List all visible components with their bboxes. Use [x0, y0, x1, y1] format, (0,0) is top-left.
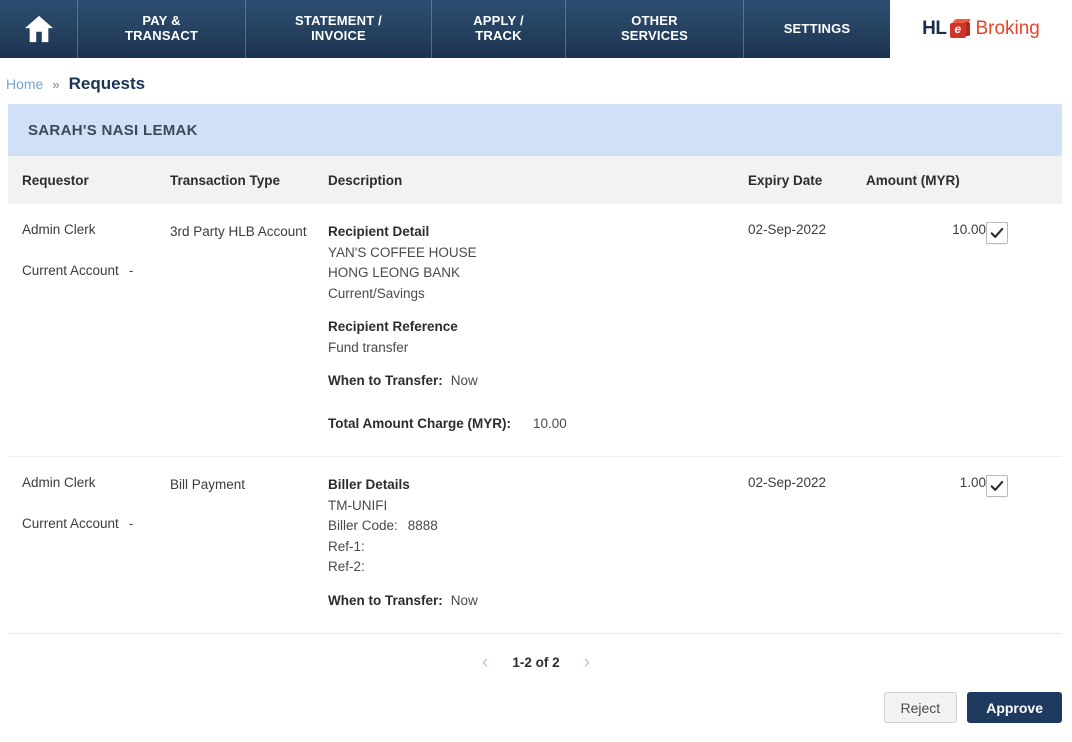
- action-buttons: Reject Approve: [0, 686, 1072, 724]
- hl-ebroking-logo: HL e Broking: [922, 18, 1040, 40]
- transaction-type-value: 3rd Party HLB Account: [170, 224, 307, 239]
- account-number-value: -: [128, 516, 134, 532]
- row-select-checkbox[interactable]: [986, 475, 1008, 498]
- recipient-name: YAN'S COFFEE HOUSE: [328, 244, 477, 260]
- cell-select: [986, 456, 1062, 634]
- check-icon: [990, 226, 1004, 240]
- breadcrumb-link-home[interactable]: Home: [6, 76, 43, 92]
- requestor-account: Current Account -: [22, 516, 170, 531]
- cell-transaction-type: 3rd Party HLB Account: [170, 204, 328, 457]
- cell-expiry-date: 02-Sep-2022: [748, 222, 827, 237]
- cell-expiry-date: 02-Sep-2022: [748, 456, 866, 634]
- biller-code-value: 8888: [407, 518, 438, 534]
- cell-requestor: Admin Clerk Current Account -: [8, 456, 170, 634]
- pagination-label: 1-2 of 2: [512, 654, 560, 670]
- recipient-reference-value: Fund transfer: [328, 339, 409, 355]
- home-icon: [24, 0, 54, 58]
- description-block: Recipient Detail YAN'S COFFEE HOUSE HONG…: [328, 222, 748, 434]
- cell-description: Recipient Detail YAN'S COFFEE HOUSE HONG…: [328, 204, 748, 457]
- nav-item-other-services[interactable]: OTHER SERVICES: [566, 0, 744, 58]
- ref1-label: Ref-1:: [328, 538, 365, 554]
- column-header-transaction-type: Transaction Type: [170, 156, 328, 204]
- biller-details-heading: Biller Details: [328, 477, 410, 493]
- breadcrumb: Home » Requests: [0, 58, 1072, 100]
- requests-panel: SARAH'S NASI LEMAK Requestor Transaction…: [8, 104, 1062, 634]
- recipient-reference-heading: Recipient Reference: [328, 319, 458, 335]
- cell-transaction-type: Bill Payment: [170, 456, 328, 634]
- requests-table: Requestor Transaction Type Description E…: [8, 156, 1062, 634]
- logo-cube-letter: e: [954, 22, 962, 36]
- total-amount-charge-label: Total Amount Charge (MYR):: [328, 415, 511, 431]
- company-name-header: SARAH'S NASI LEMAK: [8, 104, 1062, 156]
- account-number-value: -: [128, 263, 134, 278]
- when-to-transfer-field: When to Transfer: Now: [328, 591, 748, 612]
- table-row: Admin Clerk Current Account - 3rd Party H…: [8, 204, 1062, 457]
- column-header-requestor: Requestor: [8, 156, 170, 204]
- column-header-description: Description: [328, 156, 748, 204]
- logo-text-hl: HL: [922, 18, 947, 39]
- logo-text-broking: Broking: [975, 18, 1040, 39]
- cell-description: Biller Details TM-UNIFI Biller Code: 8888…: [328, 456, 748, 634]
- biller-name: TM-UNIFI: [328, 497, 388, 513]
- recipient-detail-heading: Recipient Detail: [328, 224, 430, 239]
- account-type-label: Current Account: [22, 516, 119, 532]
- chevron-right-icon[interactable]: ›: [584, 653, 590, 672]
- transaction-type-value: Bill Payment: [170, 477, 246, 493]
- column-header-expiry-date: Expiry Date: [748, 156, 866, 204]
- when-to-transfer-value: Now: [450, 373, 478, 389]
- check-icon: [990, 479, 1004, 493]
- column-header-amount: Amount (MYR): [866, 156, 986, 204]
- cell-requestor: Admin Clerk Current Account -: [8, 204, 170, 457]
- description-block: Biller Details TM-UNIFI Biller Code: 8888…: [328, 475, 748, 611]
- nav-home-button[interactable]: [0, 0, 78, 58]
- column-header-select: [986, 156, 1062, 204]
- row-select-checkbox[interactable]: [986, 222, 1008, 244]
- nav-item-pay-transact[interactable]: PAY & TRANSACT: [78, 0, 246, 58]
- cell-amount: 1.00: [866, 456, 986, 634]
- total-amount-charge-field: Total Amount Charge (MYR): 10.00: [328, 414, 748, 435]
- brand-logo-area: HL e Broking: [890, 0, 1072, 58]
- when-to-transfer-label: When to Transfer:: [328, 592, 443, 608]
- footer-divider: [8, 633, 1062, 635]
- chevron-left-icon[interactable]: ‹: [482, 653, 488, 672]
- requestor-name: Admin Clerk: [22, 475, 96, 491]
- ref2-label: Ref-2:: [328, 559, 365, 575]
- recipient-bank: HONG LEONG BANK: [328, 265, 461, 281]
- nav-items-strip: PAY & TRANSACT STATEMENT / INVOICE APPLY…: [0, 0, 890, 58]
- cell-amount: 10.00: [952, 222, 986, 237]
- when-to-transfer-label: When to Transfer:: [328, 373, 443, 389]
- nav-item-apply-track[interactable]: APPLY / TRACK: [432, 0, 566, 58]
- requestor-name: Admin Clerk: [22, 222, 96, 237]
- account-type-label: Current Account: [22, 263, 119, 278]
- pagination: ‹ 1-2 of 2 ›: [0, 638, 1072, 686]
- recipient-account-type: Current/Savings: [328, 285, 425, 301]
- nav-item-statement-invoice[interactable]: STATEMENT / INVOICE: [246, 0, 432, 58]
- when-to-transfer-field: When to Transfer: Now: [328, 371, 748, 392]
- reject-button[interactable]: Reject: [883, 692, 958, 724]
- biller-code-label: Biller Code:: [328, 518, 398, 534]
- when-to-transfer-value: Now: [450, 592, 478, 608]
- total-amount-charge-value: 10.00: [532, 415, 567, 431]
- requestor-account: Current Account -: [22, 263, 170, 278]
- approve-button[interactable]: Approve: [967, 692, 1062, 724]
- top-navigation-bar: PAY & TRANSACT STATEMENT / INVOICE APPLY…: [0, 0, 1072, 58]
- biller-code-field: Biller Code: 8888: [328, 516, 748, 537]
- table-body: Admin Clerk Current Account - 3rd Party H…: [8, 204, 1062, 634]
- table-row: Admin Clerk Current Account - Bill Paymen…: [8, 456, 1062, 634]
- breadcrumb-separator-icon: »: [52, 77, 60, 92]
- nav-item-settings[interactable]: SETTINGS: [744, 0, 890, 58]
- cell-select: [986, 204, 1062, 457]
- table-header-row: Requestor Transaction Type Description E…: [8, 156, 1062, 204]
- table-header: Requestor Transaction Type Description E…: [8, 156, 1062, 204]
- page-title: Requests: [68, 74, 146, 93]
- logo-e-cube-icon: e: [950, 19, 972, 39]
